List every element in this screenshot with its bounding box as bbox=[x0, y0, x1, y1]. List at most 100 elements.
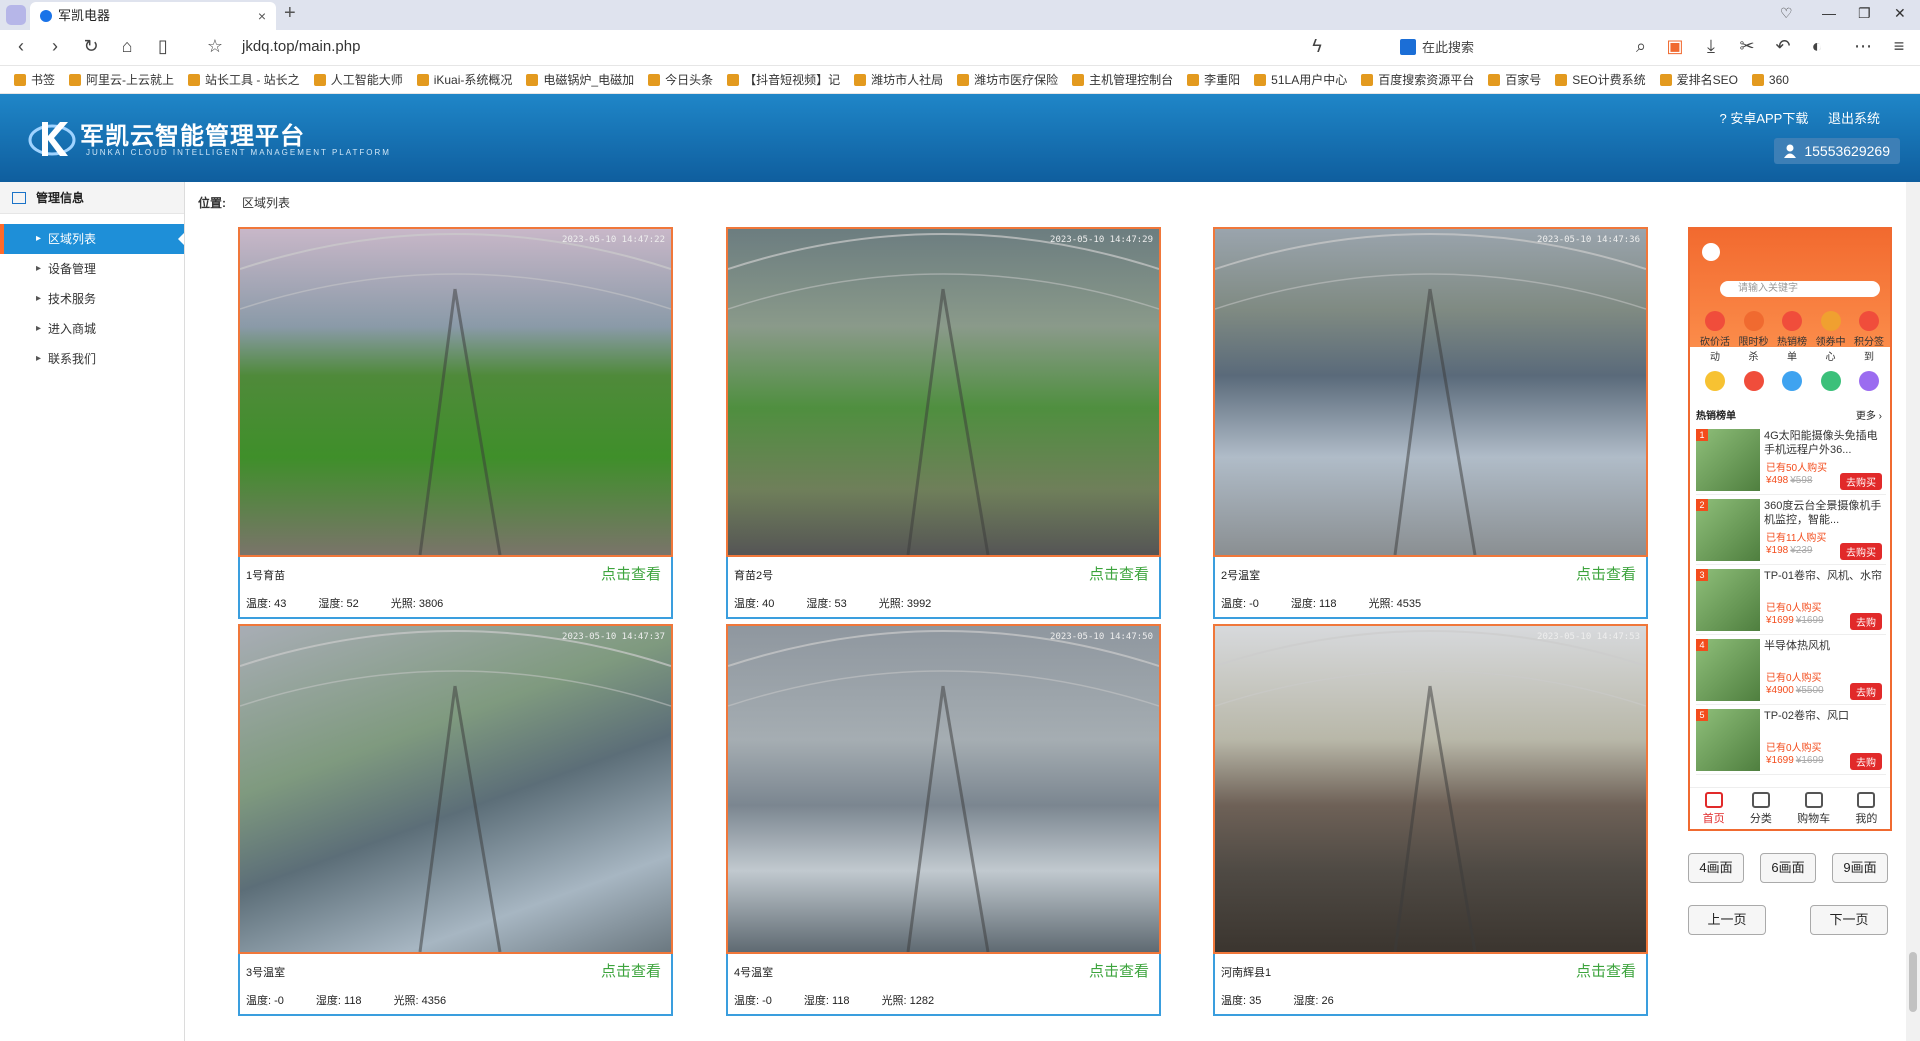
product-item[interactable]: 3 TP-01卷帘、风机、水帘 已有0人购买 ¥1699 ¥1699 去购 bbox=[1696, 565, 1886, 635]
night-mode-icon[interactable]: ◐ bbox=[1806, 36, 1828, 57]
bookmark-item[interactable]: 爱排名SEO bbox=[1659, 66, 1738, 93]
shop-category[interactable]: 限时秒杀 bbox=[1737, 311, 1771, 363]
user-account[interactable]: 15553629269 bbox=[1774, 138, 1900, 164]
camera-snapshot[interactable]: 2023-05-10 14:47:29 bbox=[726, 227, 1161, 557]
bookmark-item[interactable]: 51LA用户中心 bbox=[1254, 66, 1347, 93]
camera-snapshot[interactable]: 2023-05-10 14:47:37 bbox=[238, 624, 673, 954]
six-view-button[interactable]: 6画面 bbox=[1760, 853, 1816, 883]
more-link[interactable]: 更多 › bbox=[1856, 409, 1882, 425]
camera-tile[interactable]: 2023-05-10 14:47:53 河南辉县1 点击查看 温度: 35 湿度: 26 bbox=[1213, 624, 1648, 1016]
bookmark-item[interactable]: 电磁锅炉_电磁加 bbox=[526, 66, 634, 93]
view-camera-link[interactable]: 点击查看 bbox=[601, 563, 661, 584]
sidebar-item-enter-mall[interactable]: 进入商城 bbox=[0, 314, 184, 344]
shop-nav-category[interactable]: 分类 bbox=[1750, 788, 1772, 829]
minimize-icon[interactable]: — bbox=[1822, 5, 1836, 21]
sidebar-item-tech-service[interactable]: 技术服务 bbox=[0, 284, 184, 314]
undo-icon[interactable]: ↶ bbox=[1772, 36, 1794, 57]
shop-category[interactable]: 热销榜单 bbox=[1775, 311, 1809, 363]
bookmark-item[interactable]: 百度搜索资源平台 bbox=[1361, 66, 1474, 93]
star-icon[interactable] bbox=[1737, 371, 1771, 393]
shop-search-input[interactable]: 请输入关键字 bbox=[1720, 281, 1880, 297]
pin-icon[interactable]: ♡ bbox=[1780, 5, 1793, 22]
scrollbar-thumb[interactable] bbox=[1909, 952, 1917, 1012]
reload-icon[interactable]: ↻ bbox=[80, 36, 102, 57]
browser-search-box[interactable]: 在此搜索 bbox=[1400, 36, 1660, 60]
browser-tab[interactable]: 军凯电器 × bbox=[30, 2, 276, 30]
reader-icon[interactable]: ▯ bbox=[152, 36, 174, 57]
home-icon[interactable]: ⌂ bbox=[116, 36, 138, 57]
menu-icon[interactable]: ≡ bbox=[1888, 36, 1910, 57]
flag-icon[interactable] bbox=[1775, 371, 1809, 393]
buy-button[interactable]: 去购买 bbox=[1840, 543, 1882, 560]
product-item[interactable]: 4 半导体热风机 已有0人购买 ¥4900 ¥5500 去购 bbox=[1696, 635, 1886, 705]
bookmark-item[interactable]: iKuai-系统概况 bbox=[416, 66, 512, 93]
buy-button[interactable]: 去购 bbox=[1850, 753, 1882, 770]
bookmark-item[interactable]: 【抖音短视频】记 bbox=[727, 66, 840, 93]
new-tab-icon[interactable]: + bbox=[284, 2, 296, 25]
bookmark-item[interactable]: 百家号 bbox=[1488, 66, 1541, 93]
address-bar[interactable]: jkdq.top/main.php bbox=[242, 38, 360, 55]
shop-category[interactable]: 砍价活动 bbox=[1698, 311, 1732, 363]
next-page-button[interactable]: 下一页 bbox=[1810, 905, 1888, 935]
shop-category[interactable]: 领券中心 bbox=[1814, 311, 1848, 363]
sidebar-item-device-management[interactable]: 设备管理 bbox=[0, 254, 184, 284]
bookmark-item[interactable]: 主机管理控制台 bbox=[1072, 66, 1173, 93]
buy-button[interactable]: 去购买 bbox=[1840, 473, 1882, 490]
camera-tile[interactable]: 2023-05-10 14:47:22 1号育苗 点击查看 温度: 43 湿度: 52 光… bbox=[238, 227, 673, 619]
sidebar-item-area-list[interactable]: 区域列表 bbox=[0, 224, 184, 254]
camera-snapshot[interactable]: 2023-05-10 14:47:53 bbox=[1213, 624, 1648, 954]
bookmark-star-icon[interactable]: ☆ bbox=[204, 36, 226, 57]
nine-view-button[interactable]: 9画面 bbox=[1832, 853, 1888, 883]
camera-snapshot[interactable]: 2023-05-10 14:47:36 bbox=[1213, 227, 1648, 557]
shop-mini-panel[interactable]: 请输入关键字 砍价活动 限时秒杀 热销榜单 领券中心 积分签到 热销榜单 更多 › 1 4G… bbox=[1688, 227, 1892, 831]
translate-icon[interactable]: ▣ bbox=[1664, 36, 1686, 57]
shop-nav-profile[interactable]: 我的 bbox=[1855, 788, 1877, 829]
logout-link[interactable]: 退出系统 bbox=[1828, 111, 1880, 126]
bookmark-item[interactable]: 阿里云-上云就上 bbox=[69, 66, 174, 93]
close-tab-icon[interactable]: × bbox=[258, 2, 266, 30]
back-icon[interactable]: ‹ bbox=[10, 36, 32, 57]
bookmark-item[interactable]: 书签 bbox=[14, 66, 55, 93]
app-download-link[interactable]: ? 安卓APP下载 bbox=[1720, 111, 1809, 126]
page-scrollbar[interactable] bbox=[1906, 182, 1920, 1041]
diamond-icon[interactable] bbox=[1698, 371, 1732, 393]
bookmark-item[interactable]: 人工智能大师 bbox=[313, 66, 403, 93]
bag-icon[interactable] bbox=[1814, 371, 1848, 393]
shop-category[interactable]: 积分签到 bbox=[1852, 311, 1886, 363]
camera-snapshot[interactable]: 2023-05-10 14:47:22 bbox=[238, 227, 673, 557]
product-item[interactable]: 2 360度云台全景摄像机手机监控，智能... 已有11人购买 ¥198 ¥239 去购买 bbox=[1696, 495, 1886, 565]
four-view-button[interactable]: 4画面 bbox=[1688, 853, 1744, 883]
buy-button[interactable]: 去购 bbox=[1850, 613, 1882, 630]
bookmark-item[interactable]: SEO计费系统 bbox=[1555, 66, 1646, 93]
camera-tile[interactable]: 2023-05-10 14:47:36 2号温室 点击查看 温度: -0 湿度: 118… bbox=[1213, 227, 1648, 619]
prev-page-button[interactable]: 上一页 bbox=[1688, 905, 1766, 935]
product-item[interactable]: 1 4G太阳能摄像头免插电手机远程户外36... 已有50人购买 ¥498 ¥598 去购… bbox=[1696, 425, 1886, 495]
view-camera-link[interactable]: 点击查看 bbox=[1576, 960, 1636, 981]
camera-tile[interactable]: 2023-05-10 14:47:37 3号温室 点击查看 温度: -0 湿度: 118… bbox=[238, 624, 673, 1016]
sidebar-item-contact-us[interactable]: 联系我们 bbox=[0, 344, 184, 374]
maximize-icon[interactable]: ❐ bbox=[1858, 5, 1871, 22]
download-icon[interactable]: ⤓ bbox=[1700, 36, 1722, 57]
bookmark-item[interactable]: 今日头条 bbox=[648, 66, 713, 93]
view-camera-link[interactable]: 点击查看 bbox=[1089, 563, 1149, 584]
camera-snapshot[interactable]: 2023-05-10 14:47:50 bbox=[726, 624, 1161, 954]
buy-button[interactable]: 去购 bbox=[1850, 683, 1882, 700]
view-camera-link[interactable]: 点击查看 bbox=[1576, 563, 1636, 584]
gift-icon[interactable] bbox=[1852, 371, 1886, 393]
more-icon[interactable]: ⋯ bbox=[1852, 36, 1874, 57]
view-camera-link[interactable]: 点击查看 bbox=[601, 960, 661, 981]
search-icon[interactable]: ⌕ bbox=[1630, 36, 1652, 57]
forward-icon[interactable]: › bbox=[44, 36, 66, 57]
view-camera-link[interactable]: 点击查看 bbox=[1089, 960, 1149, 981]
camera-tile[interactable]: 2023-05-10 14:47:50 4号温室 点击查看 温度: -0 湿度: 118… bbox=[726, 624, 1161, 1016]
bookmark-item[interactable]: 潍坊市医疗保险 bbox=[957, 66, 1058, 93]
bookmark-item[interactable]: 360 bbox=[1751, 66, 1789, 93]
close-window-icon[interactable]: ✕ bbox=[1894, 5, 1906, 22]
camera-tile[interactable]: 2023-05-10 14:47:29 育苗2号 点击查看 温度: 40 湿度: 53 光… bbox=[726, 227, 1161, 619]
lightning-icon[interactable]: ϟ bbox=[1306, 36, 1328, 57]
cut-icon[interactable]: ✂ bbox=[1736, 36, 1758, 57]
shop-nav-cart[interactable]: 购物车 bbox=[1797, 788, 1830, 829]
bookmark-item[interactable]: 李重阳 bbox=[1187, 66, 1240, 93]
product-item[interactable]: 5 TP-02卷帘、风口 已有0人购买 ¥1699 ¥1699 去购 bbox=[1696, 705, 1886, 775]
shop-nav-home[interactable]: 首页 bbox=[1703, 788, 1725, 829]
